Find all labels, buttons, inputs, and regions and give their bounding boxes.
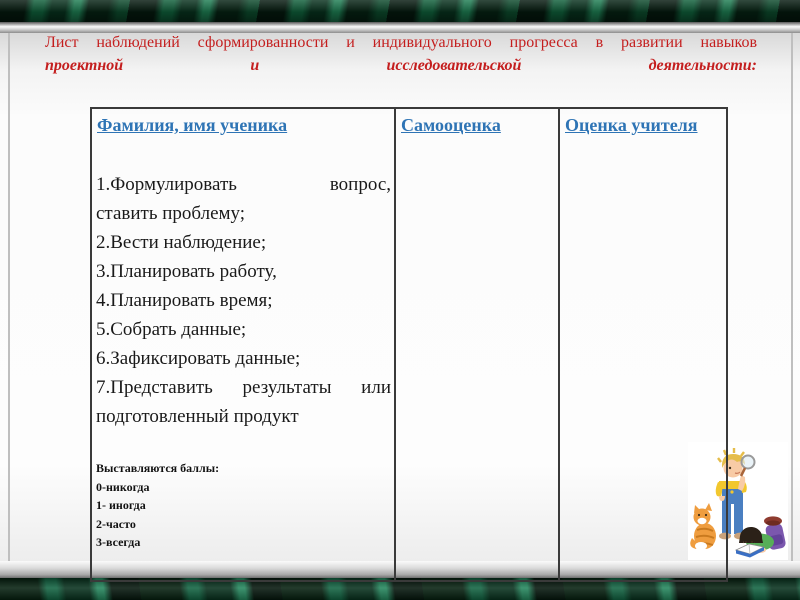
slide-title: Лист наблюдений сформированности и индив… — [45, 31, 757, 77]
skill-line: 3.Планировать работу, — [96, 261, 277, 282]
skill-line: 7.Представить результаты или — [96, 377, 391, 398]
header-teacher-assessment: Оценка учителя — [565, 115, 698, 135]
scoring-item: 1- иногда — [96, 498, 146, 512]
observation-table: Фамилия, имя ученика 1.Формулировать воп… — [90, 107, 728, 582]
skill-line: 4.Планировать время; — [96, 290, 273, 311]
scoring-legend: Выставляются баллы: 0-никогда 1- иногда … — [92, 459, 394, 552]
presentation-slide: Лист наблюдений сформированности и индив… — [0, 0, 800, 600]
slide-title-line1: Лист наблюдений сформированности и индив… — [45, 34, 757, 51]
header-student-name: Фамилия, имя ученика — [97, 115, 288, 135]
skills-list: 1.Формулировать вопрос, ставить проблему… — [92, 170, 394, 431]
skill-line: 5.Собрать данные; — [96, 319, 247, 340]
slide-title-line2: проектной и исследовательской деятельнос… — [45, 57, 757, 74]
left-edge-line — [8, 33, 10, 561]
right-edge-line — [791, 33, 793, 561]
top-green-satin-band — [0, 0, 800, 22]
column-student-name: Фамилия, имя ученика 1.Формулировать воп… — [92, 109, 394, 580]
scoring-item: 0-никогда — [96, 479, 150, 494]
scoring-title: Выставляются баллы: — [96, 461, 220, 475]
scoring-item: 2-часто — [96, 516, 136, 531]
skill-line: 1.Формулировать вопрос, — [96, 174, 391, 195]
skill-line: подготовленный продукт — [96, 406, 299, 427]
header-self-assessment: Самооценка — [401, 115, 501, 135]
skill-line: 6.Зафиксировать данные; — [96, 348, 301, 369]
skill-line: ставить проблему; — [96, 203, 246, 224]
skill-line: 2.Вести наблюдение; — [96, 232, 267, 253]
column-teacher-assessment: Оценка учителя — [558, 109, 726, 580]
column-self-assessment: Самооценка — [394, 109, 558, 580]
scoring-item: 3-всегда — [96, 535, 141, 549]
